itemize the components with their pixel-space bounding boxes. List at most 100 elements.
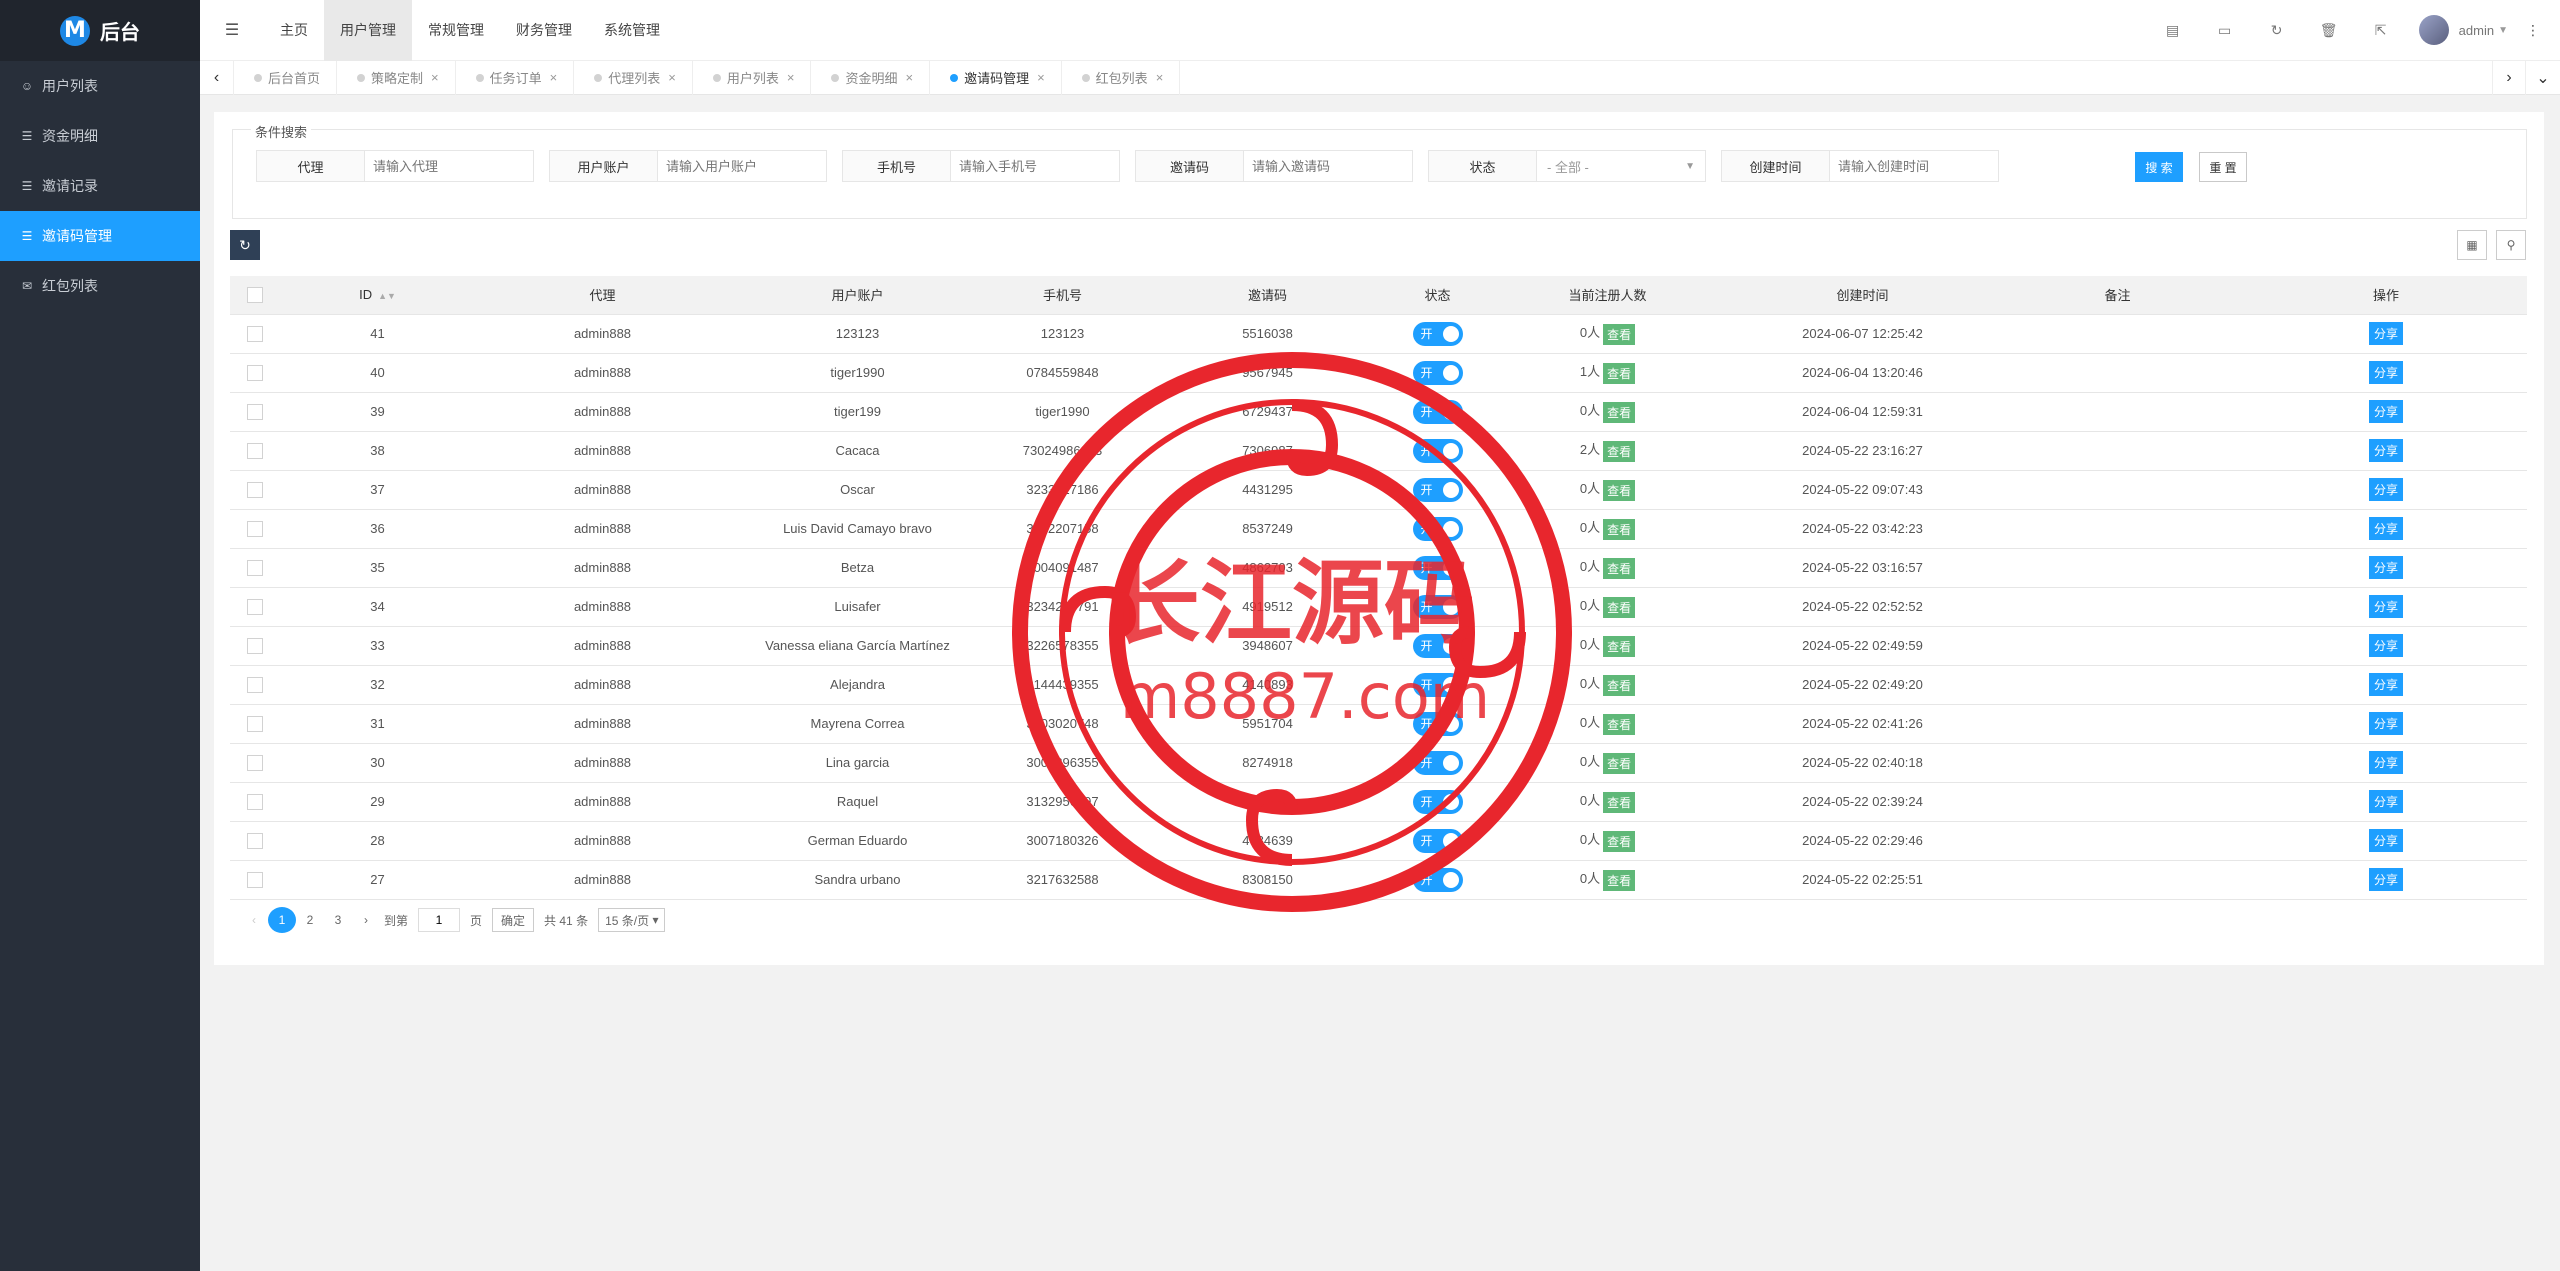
table-refresh-button[interactable]: ↻ — [230, 230, 260, 260]
share-button[interactable]: 分享 — [2368, 517, 2403, 540]
status-toggle[interactable]: 开 — [1412, 360, 1463, 385]
status-toggle[interactable]: 开 — [1412, 516, 1463, 541]
columns-icon[interactable]: ▦ — [2457, 230, 2487, 260]
share-button[interactable]: 分享 — [2368, 400, 2403, 423]
status-toggle[interactable]: 开 — [1412, 633, 1463, 658]
close-icon[interactable]: × — [1037, 70, 1045, 85]
row-checkbox[interactable] — [247, 637, 263, 654]
close-icon[interactable]: × — [668, 70, 676, 85]
status-toggle[interactable]: 开 — [1412, 321, 1463, 346]
status-toggle[interactable]: 开 — [1412, 438, 1463, 463]
status-toggle[interactable]: 开 — [1412, 399, 1463, 424]
share-button[interactable]: 分享 — [2368, 439, 2403, 462]
column-header[interactable]: ID ▲▼ — [280, 276, 475, 315]
sidebar-item-2[interactable]: ☰ 邀请记录 — [0, 161, 200, 211]
share-button[interactable]: 分享 — [2368, 478, 2403, 501]
sidebar-item-3[interactable]: ☰ 邀请码管理 — [0, 211, 200, 261]
goto-confirm-button[interactable]: 确定 — [492, 908, 535, 932]
tab-7[interactable]: 红包列表 × — [1062, 60, 1181, 95]
sidebar-item-4[interactable]: ✉ 红包列表 — [0, 261, 200, 311]
search-input[interactable] — [1830, 151, 1998, 181]
share-button[interactable]: 分享 — [2368, 556, 2403, 579]
select-all-checkbox[interactable] — [247, 287, 263, 304]
tab-2[interactable]: 任务订单 × — [456, 60, 575, 95]
view-button[interactable]: 查看 — [1603, 557, 1636, 579]
chevron-down-icon[interactable]: ▼ — [2498, 25, 2508, 36]
status-toggle[interactable]: 开 — [1412, 477, 1463, 502]
search-button[interactable]: 搜 索 — [2135, 152, 2183, 182]
search-input[interactable] — [365, 151, 533, 181]
header-nav-1[interactable]: 用户管理 — [324, 0, 412, 61]
status-select[interactable]: - 全部 - ▼ — [1537, 151, 1705, 181]
tab-5[interactable]: 资金明细 × — [811, 60, 931, 95]
view-button[interactable]: 查看 — [1603, 674, 1636, 696]
row-checkbox[interactable] — [247, 832, 263, 849]
close-icon[interactable]: × — [431, 70, 439, 85]
row-checkbox[interactable] — [247, 481, 263, 498]
share-button[interactable]: 分享 — [2368, 712, 2403, 735]
tab-3[interactable]: 代理列表 × — [574, 60, 693, 95]
tabs-menu-icon[interactable]: ⌄ — [2526, 61, 2560, 95]
view-button[interactable]: 查看 — [1603, 323, 1636, 345]
share-button[interactable]: 分享 — [2368, 634, 2403, 657]
view-button[interactable]: 查看 — [1603, 635, 1636, 657]
tab-4[interactable]: 用户列表 × — [693, 60, 812, 95]
view-button[interactable]: 查看 — [1603, 362, 1636, 384]
status-toggle[interactable]: 开 — [1412, 594, 1463, 619]
row-checkbox[interactable] — [247, 403, 263, 420]
row-checkbox[interactable] — [247, 442, 263, 459]
avatar[interactable] — [2418, 15, 2449, 45]
menu-toggle-icon[interactable]: ☰ — [200, 0, 264, 61]
view-button[interactable]: 查看 — [1603, 518, 1636, 540]
share-button[interactable]: 分享 — [2368, 868, 2403, 891]
status-toggle[interactable]: 开 — [1412, 828, 1463, 853]
view-button[interactable]: 查看 — [1603, 596, 1636, 618]
view-button[interactable]: 查看 — [1603, 440, 1636, 462]
close-icon[interactable]: × — [905, 70, 913, 85]
page-3[interactable]: 3 — [324, 907, 352, 933]
search-input[interactable] — [951, 151, 1119, 181]
fullscreen-icon[interactable]: ⇱ — [2355, 22, 2407, 39]
header-nav-4[interactable]: 系统管理 — [588, 0, 676, 61]
pager-prev-icon[interactable]: ‹ — [240, 907, 268, 933]
search-input[interactable] — [1244, 151, 1412, 181]
row-checkbox[interactable] — [247, 715, 263, 732]
row-checkbox[interactable] — [247, 871, 263, 888]
card-icon[interactable]: ▭ — [2199, 22, 2251, 39]
row-checkbox[interactable] — [247, 793, 263, 810]
tab-0[interactable]: 后台首页 — [234, 60, 338, 95]
trash-icon[interactable]: 🗑 — [2303, 22, 2355, 39]
row-checkbox[interactable] — [247, 520, 263, 537]
page-1[interactable]: 1 — [268, 907, 296, 933]
row-checkbox[interactable] — [247, 598, 263, 615]
header-nav-3[interactable]: 财务管理 — [500, 0, 588, 61]
search-icon[interactable]: ⚲ — [2496, 230, 2526, 260]
view-button[interactable]: 查看 — [1603, 791, 1636, 813]
share-button[interactable]: 分享 — [2368, 673, 2403, 696]
status-toggle[interactable]: 开 — [1412, 672, 1463, 697]
share-button[interactable]: 分享 — [2368, 361, 2403, 384]
pager-next-icon[interactable]: › — [352, 907, 380, 933]
view-button[interactable]: 查看 — [1603, 401, 1636, 423]
row-checkbox[interactable] — [247, 559, 263, 576]
tab-6[interactable]: 邀请码管理 × — [930, 60, 1062, 95]
status-toggle[interactable]: 开 — [1412, 555, 1463, 580]
logo[interactable]: M 后台 — [0, 0, 200, 61]
more-icon[interactable]: ⋮ — [2526, 22, 2540, 39]
tabs-prev-icon[interactable]: ‹ — [200, 60, 234, 95]
goto-page-input[interactable] — [418, 908, 461, 932]
share-button[interactable]: 分享 — [2368, 595, 2403, 618]
page-size-select[interactable]: 15 条/页 ▾ — [598, 908, 666, 932]
sidebar-item-1[interactable]: ☰ 资金明细 — [0, 111, 200, 161]
tabs-next-icon[interactable]: › — [2492, 60, 2526, 95]
close-icon[interactable]: × — [787, 70, 795, 85]
refresh-icon[interactable]: ↻ — [2251, 22, 2303, 39]
view-button[interactable]: 查看 — [1603, 713, 1636, 735]
status-toggle[interactable]: 开 — [1412, 750, 1463, 775]
row-checkbox[interactable] — [247, 754, 263, 771]
share-button[interactable]: 分享 — [2368, 322, 2403, 345]
sidebar-item-0[interactable]: ☺ 用户列表 — [0, 61, 200, 111]
view-button[interactable]: 查看 — [1603, 479, 1636, 501]
view-button[interactable]: 查看 — [1603, 752, 1636, 774]
search-input[interactable] — [658, 151, 826, 181]
